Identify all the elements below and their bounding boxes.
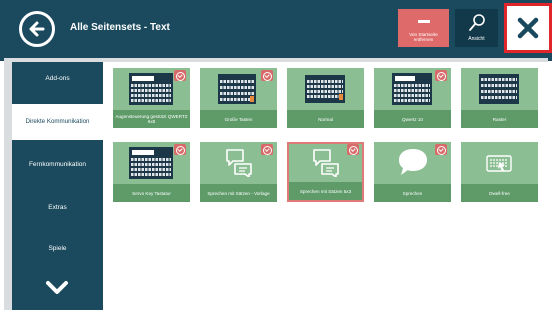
page-set-tile[interactable]: Große Tasten — [200, 68, 277, 128]
sidebar-item-label: Direkte Kommunikation — [25, 118, 90, 125]
page-set-grid: Augensteuerung gestützt QWERTZ 6x8 Große… — [103, 62, 548, 310]
checkmark-icon — [261, 144, 273, 155]
checkmark-icon — [261, 70, 273, 81]
keyboard-icon — [129, 147, 173, 179]
speech-bubbles-icon — [313, 149, 339, 177]
speech-bubble-icon — [399, 149, 427, 175]
swipe-keyboard-icon — [486, 155, 512, 172]
keyboard-icon — [218, 74, 256, 104]
tile-label: Raster — [461, 110, 538, 128]
sidebar-item-spiele[interactable]: Spiele — [12, 245, 103, 252]
page-set-tile[interactable]: Servo Key Tastatur — [113, 142, 190, 202]
keyboard-icon — [392, 73, 432, 105]
tile-label: Qwertz 10 — [374, 110, 451, 128]
checkmark-icon — [174, 144, 186, 155]
minus-icon — [418, 20, 430, 23]
sidebar-item-fernkommunikation[interactable]: Fernkommunikation — [12, 161, 103, 168]
page-set-tile[interactable]: Augensteuerung gestützt QWERTZ 6x8 — [113, 68, 190, 128]
sidebar-item-extras[interactable]: Extras — [12, 204, 103, 211]
page-set-tile[interactable]: Qwertz 10 — [374, 68, 451, 128]
checkmark-icon — [435, 144, 447, 155]
tile-label: Servo Key Tastatur — [113, 184, 190, 202]
back-button[interactable] — [19, 11, 55, 47]
sidebar-item-label: Extras — [48, 204, 67, 211]
sidebar-item-label: Spiele — [48, 245, 67, 252]
arrow-left-icon — [29, 21, 45, 37]
close-icon — [517, 17, 539, 39]
keyboard-icon — [129, 73, 173, 105]
scroll-down-icon[interactable] — [45, 280, 69, 296]
page-set-tile[interactable]: Sprechen mit Sätzen - Vorlage — [200, 142, 277, 202]
close-button[interactable] — [504, 3, 552, 53]
tile-label: Sprechen — [374, 184, 451, 202]
tile-label: Große Tasten — [200, 110, 277, 128]
tile-label: Sprechen mit Sätzen 5x3 — [289, 182, 362, 200]
top-bar: Alle Seitensets - Text Von Startseite en… — [0, 0, 552, 61]
checkmark-icon — [435, 70, 447, 81]
tile-label: Dwell-free — [461, 184, 538, 202]
page-set-tile[interactable]: Sprechen — [374, 142, 451, 202]
view-label: Ansicht — [468, 36, 485, 42]
view-button[interactable]: Ansicht — [455, 9, 498, 47]
page-title: Alle Seitensets - Text — [70, 22, 170, 33]
remove-from-home-label: Von Startseite entfernen — [409, 32, 438, 42]
checkmark-icon — [347, 144, 359, 155]
sidebar-item-label: Add-ons — [45, 75, 70, 82]
sidebar-item-direkte-kommunikation[interactable]: Direkte Kommunikation — [12, 104, 103, 140]
page-set-tile-selected[interactable]: Sprechen mit Sätzen 5x3 — [287, 142, 364, 202]
category-sidebar: Add-ons Direkte Kommunikation Fernkommun… — [12, 62, 103, 310]
tile-label: Normal — [287, 110, 364, 128]
page-set-tile[interactable]: Normal — [287, 68, 364, 128]
sidebar-item-add-ons[interactable]: Add-ons — [12, 75, 103, 82]
page-set-tile[interactable]: Raster — [461, 68, 538, 128]
checkmark-icon — [174, 70, 186, 81]
speech-bubbles-icon — [226, 149, 252, 177]
tile-label: Augensteuerung gestützt QWERTZ 6x8 — [113, 110, 190, 128]
sidebar-item-label: Fernkommunikation — [28, 161, 87, 168]
keyboard-icon — [479, 74, 519, 104]
page-set-tile[interactable]: Dwell-free — [461, 142, 538, 202]
tile-label: Sprechen mit Sätzen - Vorlage — [200, 184, 277, 202]
magnifier-icon — [469, 14, 485, 31]
remove-from-home-button[interactable]: Von Startseite entfernen — [398, 9, 449, 47]
keyboard-icon — [305, 75, 345, 103]
